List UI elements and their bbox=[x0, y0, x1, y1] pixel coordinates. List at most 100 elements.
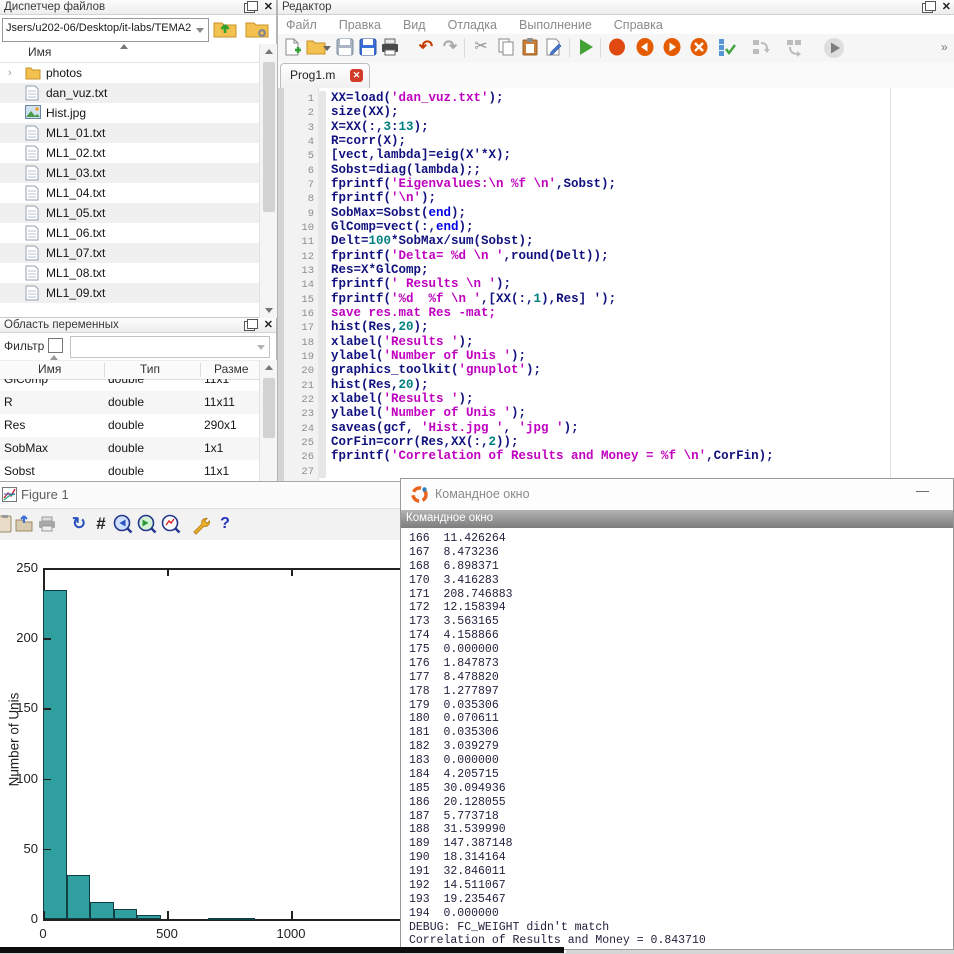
breakpoint-margin-cell bbox=[318, 234, 326, 248]
close-icon[interactable]: ✕ bbox=[942, 1, 951, 14]
y-tick bbox=[43, 849, 51, 851]
figure-help-icon[interactable]: ? bbox=[214, 513, 236, 535]
variable-row[interactable]: GlCompdouble11x1 bbox=[0, 379, 259, 391]
remove-breakpoints-button[interactable] bbox=[688, 37, 710, 59]
expand-chevron-icon[interactable]: › bbox=[8, 66, 12, 80]
menu-item-Файл[interactable]: Файл bbox=[286, 18, 317, 32]
toggle-breakpoint-button[interactable] bbox=[606, 37, 628, 59]
line-number: 17 bbox=[284, 321, 318, 335]
editor-titlebar[interactable]: Редактор ✕ bbox=[278, 0, 954, 15]
terminal-line: 172 12.158394 bbox=[409, 601, 953, 615]
file-row[interactable]: dan_vuz.txt bbox=[0, 83, 259, 103]
variable-name: GlComp bbox=[4, 379, 48, 391]
file-row[interactable]: ML1_01.txt bbox=[0, 123, 259, 143]
code-line: 9SobMax=Sobst(end); bbox=[284, 206, 954, 220]
menu-item-Вид[interactable]: Вид bbox=[403, 18, 426, 32]
menu-item-Отладка[interactable]: Отладка bbox=[448, 18, 497, 32]
figure-zoom-prev-button[interactable] bbox=[112, 514, 134, 536]
code-line: 4R=corr(X); bbox=[284, 134, 954, 148]
save-button[interactable] bbox=[334, 37, 356, 59]
open-dropdown-icon[interactable] bbox=[322, 37, 332, 59]
figure-refresh-icon[interactable]: ↻ bbox=[68, 513, 90, 535]
figure-settings-button[interactable] bbox=[190, 514, 212, 536]
cut-icon[interactable]: ✂ bbox=[470, 37, 492, 59]
variable-row[interactable]: Rdouble11x11 bbox=[0, 391, 259, 414]
terminal-line: 187 5.773718 bbox=[409, 810, 953, 824]
previous-breakpoint-button[interactable] bbox=[634, 37, 656, 59]
variable-row[interactable]: Sobstdouble11x1 bbox=[0, 460, 259, 481]
minimize-icon[interactable]: — bbox=[916, 483, 929, 498]
figure-autoscale-button[interactable] bbox=[160, 514, 182, 536]
command-window-titlebar[interactable]: Командное окно — bbox=[401, 479, 953, 511]
command-window-title: Командное окно bbox=[435, 487, 530, 501]
breakpoint-margin-cell bbox=[318, 91, 326, 105]
histogram-bar bbox=[43, 590, 67, 919]
histogram-bar bbox=[208, 918, 232, 920]
close-icon[interactable]: ✕ bbox=[264, 1, 273, 14]
save-as-button[interactable] bbox=[357, 37, 379, 59]
file-row[interactable]: ML1_06.txt bbox=[0, 223, 259, 243]
code-text: fprintf('\n'); bbox=[326, 191, 436, 205]
file-row[interactable]: ML1_09.txt bbox=[0, 283, 259, 303]
y-tick bbox=[43, 708, 51, 710]
path-combobox[interactable]: Jsers/u202-06/Desktop/it-labs/TEMA2 bbox=[2, 18, 209, 42]
file-row[interactable]: ML1_04.txt bbox=[0, 183, 259, 203]
find-button[interactable] bbox=[543, 37, 565, 59]
file-row[interactable]: ML1_03.txt bbox=[0, 163, 259, 183]
terminal-output[interactable]: 166 11.426264167 8.473236168 6.898371170… bbox=[401, 528, 953, 949]
toolbar-overflow-icon[interactable]: » bbox=[941, 40, 948, 54]
step-in-button[interactable] bbox=[749, 37, 771, 59]
workspace-titlebar[interactable]: Область переменных ✕ bbox=[0, 318, 276, 333]
tab-close-icon[interactable]: ✕ bbox=[350, 69, 363, 82]
print-button[interactable] bbox=[379, 37, 401, 59]
workspace-scrollbar[interactable] bbox=[259, 360, 278, 481]
figure-plot-icon bbox=[2, 487, 17, 507]
terminal-line: DEBUG: FC_WEIGHT didn't match bbox=[409, 921, 953, 935]
close-icon[interactable]: ✕ bbox=[264, 319, 273, 332]
filter-combobox[interactable] bbox=[70, 336, 270, 358]
file-row[interactable]: ML1_05.txt bbox=[0, 203, 259, 223]
undock-icon[interactable] bbox=[244, 321, 255, 331]
file-browser-titlebar[interactable]: Диспетчер файлов ✕ bbox=[0, 0, 276, 15]
figure-export-button[interactable] bbox=[13, 514, 35, 536]
line-number: 7 bbox=[284, 178, 318, 192]
paste-button[interactable] bbox=[519, 37, 541, 59]
line-number: 20 bbox=[284, 364, 318, 378]
folder-actions-button[interactable] bbox=[244, 15, 270, 46]
figure-zoom-next-button[interactable] bbox=[136, 514, 158, 536]
file-row[interactable]: ML1_02.txt bbox=[0, 143, 259, 163]
workspace-table-header[interactable]: Имя Тип Разме bbox=[0, 360, 259, 380]
new-script-button[interactable] bbox=[281, 37, 303, 59]
continue-button[interactable] bbox=[823, 37, 845, 59]
figure-grid-icon[interactable]: # bbox=[90, 513, 112, 535]
variable-row[interactable]: Resdouble290x1 bbox=[0, 414, 259, 437]
undock-icon[interactable] bbox=[244, 3, 255, 13]
file-row[interactable]: ML1_08.txt bbox=[0, 263, 259, 283]
next-breakpoint-button[interactable] bbox=[661, 37, 683, 59]
step-out-button[interactable] bbox=[783, 37, 805, 59]
file-list-scrollbar[interactable] bbox=[259, 44, 278, 318]
terminal-line: 174 4.158866 bbox=[409, 629, 953, 643]
figure-print-button[interactable] bbox=[36, 514, 58, 536]
copy-button[interactable] bbox=[495, 37, 517, 59]
step-button[interactable] bbox=[715, 37, 737, 59]
file-row[interactable]: Hist.jpg bbox=[0, 103, 259, 123]
menu-item-Правка[interactable]: Правка bbox=[339, 18, 381, 32]
run-script-button[interactable] bbox=[575, 37, 597, 59]
file-list-header[interactable]: Имя bbox=[0, 44, 259, 63]
file-row[interactable]: ML1_07.txt bbox=[0, 243, 259, 263]
breakpoint-margin-cell bbox=[318, 378, 326, 392]
code-editor[interactable]: 1XX=load('dan_vuz.txt');2size(XX);3X=XX(… bbox=[278, 88, 954, 481]
terminal-line: 173 3.563165 bbox=[409, 615, 953, 629]
menu-item-Выполнение[interactable]: Выполнение bbox=[519, 18, 592, 32]
undo-icon[interactable]: ↶ bbox=[415, 37, 437, 59]
file-row[interactable]: ›photos bbox=[0, 63, 259, 83]
menu-item-Справка[interactable]: Справка bbox=[614, 18, 663, 32]
folder-up-button[interactable] bbox=[212, 15, 238, 46]
undock-icon[interactable] bbox=[922, 3, 933, 13]
variable-row[interactable]: SobMaxdouble1x1 bbox=[0, 437, 259, 460]
redo-icon[interactable]: ↷ bbox=[439, 37, 461, 59]
filter-checkbox[interactable] bbox=[48, 338, 63, 353]
command-window-dock-strip[interactable]: Командное окно bbox=[401, 510, 953, 528]
tab-prog1[interactable]: Prog1.m ✕ bbox=[280, 63, 370, 88]
